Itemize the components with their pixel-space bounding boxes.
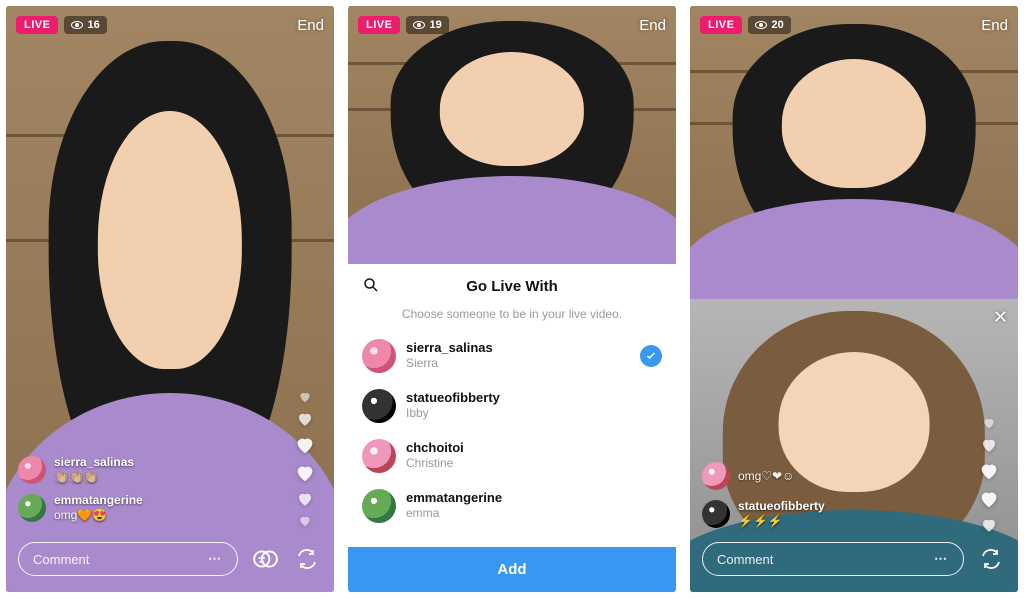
avatar <box>362 389 396 423</box>
invite-fullname: Ibby <box>406 406 500 420</box>
live-top-bar: LIVE 19 End <box>358 16 666 34</box>
switch-camera-button[interactable] <box>292 544 322 574</box>
comment-text: omg🧡😍 <box>54 508 107 522</box>
live-top-bar: LIVE 16 End <box>16 16 324 34</box>
invite-fullname: emma <box>406 506 502 520</box>
live-comment[interactable]: emmatangerine omg🧡😍 <box>18 494 244 522</box>
floating-hearts <box>978 416 1000 534</box>
avatar <box>18 456 46 484</box>
heart-icon <box>980 436 998 454</box>
live-bottom-controls: Comment ⋯ <box>702 542 1006 576</box>
floating-hearts <box>294 390 316 528</box>
avatar <box>18 494 46 522</box>
avatar <box>702 500 730 528</box>
live-video-self <box>348 6 676 264</box>
viewer-count: 19 <box>429 19 441 31</box>
viewer-count-badge[interactable]: 19 <box>406 16 448 34</box>
invite-username: emmatangerine <box>406 491 502 506</box>
invite-username: statueofibberty <box>406 391 500 406</box>
comment-placeholder: Comment <box>717 552 773 567</box>
comment-placeholder: Comment <box>33 552 89 567</box>
invite-fullname: Christine <box>406 456 464 470</box>
eye-icon <box>755 21 767 29</box>
heart-icon <box>298 514 312 528</box>
invite-user-row[interactable]: statueofibberty Ibby <box>348 381 676 431</box>
viewer-count-badge[interactable]: 20 <box>748 16 790 34</box>
viewer-count-badge[interactable]: 16 <box>64 16 106 34</box>
more-options-icon[interactable]: ⋯ <box>208 551 223 567</box>
search-icon[interactable] <box>362 276 380 298</box>
add-button[interactable]: Add <box>348 547 676 592</box>
comment-input[interactable]: Comment ⋯ <box>702 542 964 576</box>
heart-icon <box>978 460 1000 482</box>
invite-username: chchoitoi <box>406 441 464 456</box>
remove-guest-button[interactable]: ✕ <box>993 307 1008 328</box>
live-comments-list: sierra_salinas 👏🏼👏🏼👏🏼 emmatangerine omg🧡… <box>18 456 244 522</box>
live-badge: LIVE <box>16 16 58 34</box>
avatar <box>702 462 730 490</box>
sheet-subtitle: Choose someone to be in your live video. <box>348 301 676 331</box>
end-live-button[interactable]: End <box>981 17 1008 34</box>
viewer-count: 20 <box>771 19 783 31</box>
live-bottom-controls: Comment ⋯ <box>18 542 322 576</box>
live-stream-screen-basic: LIVE 16 End sierra_salinas 👏🏼👏🏼👏🏼 emmata… <box>6 6 334 592</box>
more-options-icon[interactable]: ⋯ <box>934 551 949 567</box>
viewer-count: 16 <box>87 19 99 31</box>
sheet-title: Go Live With <box>466 278 558 295</box>
eye-icon <box>413 21 425 29</box>
avatar <box>362 489 396 523</box>
invite-user-row[interactable]: emmatangerine emma <box>348 481 676 531</box>
live-comments-list: omg♡❤︎☺︎ statueofibberty ⚡⚡⚡ <box>702 462 928 528</box>
live-top-bar: LIVE 20 End <box>700 16 1008 34</box>
live-comment[interactable]: omg♡❤︎☺︎ <box>702 462 928 490</box>
comment-text: 👏🏼👏🏼👏🏼 <box>54 470 99 484</box>
heart-icon <box>982 416 996 430</box>
sheet-header: Go Live With <box>348 264 676 301</box>
comment-username: emmatangerine <box>54 494 143 507</box>
invite-user-row[interactable]: chchoitoi Christine <box>348 431 676 481</box>
comment-username: statueofibberty <box>738 500 825 513</box>
heart-icon <box>978 488 1000 510</box>
comment-text: omg♡❤︎☺︎ <box>738 469 794 483</box>
selected-check-icon[interactable] <box>640 345 662 367</box>
live-badge: LIVE <box>358 16 400 34</box>
live-stream-screen-split: ✕ LIVE 20 End omg♡❤︎☺︎ statueofibberty ⚡… <box>690 6 1018 592</box>
heart-icon <box>298 390 312 404</box>
comment-input[interactable]: Comment ⋯ <box>18 542 238 576</box>
live-video-self <box>690 6 1018 299</box>
heart-icon <box>296 490 314 508</box>
face-filter-button[interactable] <box>250 544 280 574</box>
switch-camera-button[interactable] <box>976 544 1006 574</box>
invite-fullname: Sierra <box>406 356 493 370</box>
comment-text: ⚡⚡⚡ <box>738 514 783 528</box>
avatar <box>362 339 396 373</box>
invite-user-row[interactable]: sierra_salinas Sierra <box>348 331 676 381</box>
end-live-button[interactable]: End <box>639 17 666 34</box>
heart-icon <box>294 462 316 484</box>
live-comment[interactable]: sierra_salinas 👏🏼👏🏼👏🏼 <box>18 456 244 484</box>
heart-icon <box>980 516 998 534</box>
heart-icon <box>294 434 316 456</box>
avatar <box>362 439 396 473</box>
comment-username: sierra_salinas <box>54 456 134 469</box>
live-comment[interactable]: statueofibberty ⚡⚡⚡ <box>702 500 928 528</box>
heart-icon <box>296 410 314 428</box>
live-stream-screen-invite-sheet: LIVE 19 End Go Live With Choose someone … <box>348 6 676 592</box>
end-live-button[interactable]: End <box>297 17 324 34</box>
live-badge: LIVE <box>700 16 742 34</box>
invite-username: sierra_salinas <box>406 341 493 356</box>
eye-icon <box>71 21 83 29</box>
go-live-with-sheet: Go Live With Choose someone to be in you… <box>348 264 676 592</box>
